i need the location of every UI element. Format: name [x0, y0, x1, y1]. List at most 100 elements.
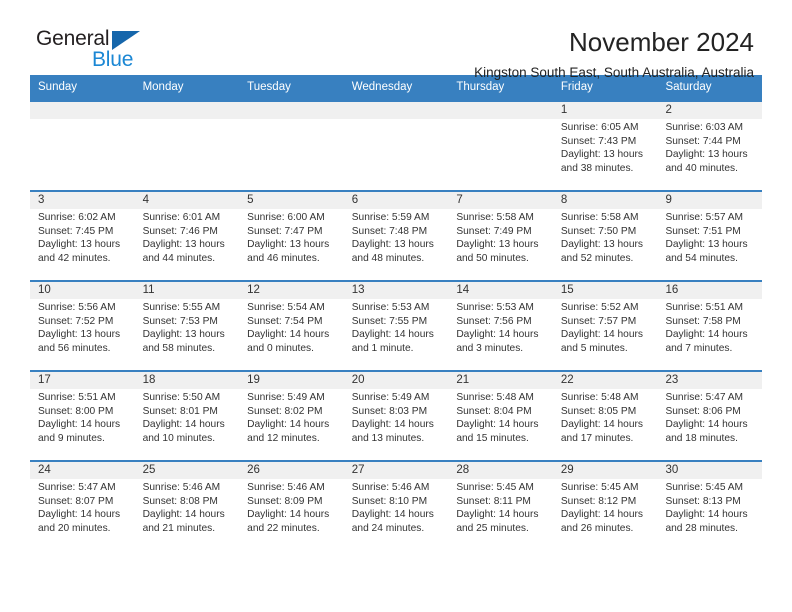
- sunset-text: Sunset: 8:13 PM: [665, 495, 741, 507]
- calendar-day-cell-18[interactable]: 18 Sunrise: 5:50 AM Sunset: 8:01 PM Dayligh…: [135, 372, 240, 460]
- sunset-text: Sunset: 7:55 PM: [351, 315, 428, 327]
- day-number: 17: [38, 373, 51, 386]
- calendar-day-cell-13[interactable]: 13 Sunrise: 5:53 AM Sunset: 7:55 PM Dayligh…: [344, 282, 449, 370]
- day-number: 21: [456, 373, 470, 386]
- day-number: 7: [456, 193, 463, 206]
- weekday-header-thursday: Thursday: [456, 81, 505, 93]
- calendar-day-cell-29[interactable]: 29 Sunrise: 5:45 AM Sunset: 8:12 PM Dayligh…: [553, 462, 658, 550]
- sunset-text: Sunset: 7:48 PM: [351, 225, 428, 237]
- sunrise-text: Sunrise: 5:59 AM: [351, 211, 430, 223]
- sunrise-text: Sunrise: 5:53 AM: [351, 301, 430, 313]
- sunrise-text: Sunrise: 5:58 AM: [560, 211, 639, 223]
- day-sun-info: Sunrise: 5:53 AM Sunset: 7:56 PM Daylight:…: [456, 299, 547, 355]
- calendar-day-cell-19[interactable]: 19 Sunrise: 5:49 AM Sunset: 8:02 PM Dayligh…: [239, 372, 344, 460]
- calendar-day-cell-14[interactable]: 14 Sunrise: 5:53 AM Sunset: 7:56 PM Dayligh…: [448, 282, 553, 370]
- day-number: 15: [560, 283, 574, 296]
- sunrise-text: Sunrise: 5:52 AM: [560, 301, 639, 313]
- day-number: 19: [247, 373, 260, 386]
- daylight-text: Daylight: 13 hours and 56 minutes.: [38, 329, 121, 354]
- calendar-day-cell-5[interactable]: 5 Sunrise: 6:00 AM Sunset: 7:47 PM Daylight…: [239, 192, 344, 280]
- general-blue-logo[interactable]: General Blue: [30, 28, 190, 76]
- day-number: 20: [351, 373, 365, 386]
- calendar-day-cell-30[interactable]: 30 Sunrise: 5:45 AM Sunset: 8:13 PM Dayligh…: [657, 462, 762, 550]
- calendar-day-cell-28[interactable]: 28 Sunrise: 5:45 AM Sunset: 8:11 PM Dayligh…: [448, 462, 553, 550]
- calendar-day-cell-12[interactable]: 12 Sunrise: 5:54 AM Sunset: 7:54 PM Dayligh…: [239, 282, 344, 370]
- sunrise-text: Sunrise: 5:47 AM: [665, 391, 744, 403]
- day-sun-info: Sunrise: 5:45 AM Sunset: 8:13 PM Daylight:…: [665, 479, 756, 535]
- sunset-text: Sunset: 7:45 PM: [38, 225, 114, 237]
- day-number: 26: [247, 463, 260, 476]
- daylight-text: Daylight: 14 hours and 1 minute.: [351, 329, 434, 354]
- calendar-week-row: 3 Sunrise: 6:02 AM Sunset: 7:45 PM Daylight…: [30, 189, 762, 280]
- calendar-day-cell-10[interactable]: 10 Sunrise: 5:56 AM Sunset: 7:52 PM Dayligh…: [30, 282, 135, 370]
- daylight-text: Daylight: 14 hours and 15 minutes.: [456, 419, 539, 444]
- daylight-text: Daylight: 14 hours and 28 minutes.: [665, 509, 748, 534]
- sunrise-text: Sunrise: 5:48 AM: [560, 391, 639, 403]
- sunset-text: Sunset: 8:04 PM: [456, 405, 532, 417]
- day-number: 27: [351, 463, 365, 476]
- day-sun-info: Sunrise: 5:46 AM Sunset: 8:10 PM Daylight:…: [352, 479, 443, 535]
- sunrise-text: Sunrise: 5:53 AM: [456, 301, 534, 313]
- calendar-day-cell-1[interactable]: 1 Sunrise: 6:05 AM Sunset: 7:43 PM Daylight…: [553, 102, 658, 190]
- sunrise-text: Sunrise: 6:01 AM: [142, 211, 221, 223]
- day-sun-info: Sunrise: 5:50 AM Sunset: 8:01 PM Daylight:…: [143, 389, 234, 445]
- sunrise-text: Sunrise: 5:54 AM: [247, 301, 325, 313]
- calendar-day-cell-23[interactable]: 23 Sunrise: 5:47 AM Sunset: 8:06 PM Dayligh…: [657, 372, 762, 460]
- calendar-weeks: 1 Sunrise: 6:05 AM Sunset: 7:43 PM Daylight…: [30, 99, 762, 550]
- calendar-day-cell-26[interactable]: 26 Sunrise: 5:46 AM Sunset: 8:09 PM Dayligh…: [239, 462, 344, 550]
- calendar-day-cell-empty: [135, 102, 240, 190]
- calendar-day-cell-6[interactable]: 6 Sunrise: 5:59 AM Sunset: 7:48 PM Daylight…: [344, 192, 449, 280]
- day-sun-info: Sunrise: 5:51 AM Sunset: 8:00 PM Daylight:…: [38, 389, 129, 445]
- logo-text-general: General: [36, 27, 110, 50]
- sunset-text: Sunset: 7:47 PM: [247, 225, 323, 237]
- title-block: November 2024 Kingston South East, South…: [474, 28, 762, 80]
- sunrise-text: Sunrise: 5:46 AM: [351, 481, 430, 493]
- calendar-day-cell-17[interactable]: 17 Sunrise: 5:51 AM Sunset: 8:00 PM Dayligh…: [30, 372, 135, 460]
- calendar-day-cell-7[interactable]: 7 Sunrise: 5:58 AM Sunset: 7:49 PM Daylight…: [448, 192, 553, 280]
- calendar-day-cell-15[interactable]: 15 Sunrise: 5:52 AM Sunset: 7:57 PM Dayligh…: [553, 282, 658, 370]
- calendar-day-cell-8[interactable]: 8 Sunrise: 5:58 AM Sunset: 7:50 PM Daylight…: [553, 192, 658, 280]
- calendar-day-cell-16[interactable]: 16 Sunrise: 5:51 AM Sunset: 7:58 PM Dayligh…: [657, 282, 762, 370]
- day-sun-info: Sunrise: 5:48 AM Sunset: 8:05 PM Daylight:…: [561, 389, 652, 445]
- daylight-text: Daylight: 14 hours and 5 minutes.: [560, 329, 644, 354]
- day-number: 30: [665, 463, 679, 476]
- day-sun-info: Sunrise: 5:46 AM Sunset: 8:08 PM Daylight:…: [143, 479, 234, 535]
- day-number: 25: [142, 463, 156, 476]
- day-number: 18: [142, 373, 156, 386]
- day-sun-info: Sunrise: 6:03 AM Sunset: 7:44 PM Daylight:…: [665, 119, 756, 175]
- calendar-day-cell-24[interactable]: 24 Sunrise: 5:47 AM Sunset: 8:07 PM Dayligh…: [30, 462, 135, 550]
- calendar-day-cell-11[interactable]: 11 Sunrise: 5:55 AM Sunset: 7:53 PM Dayligh…: [135, 282, 240, 370]
- calendar-week-row: 10 Sunrise: 5:56 AM Sunset: 7:52 PM Dayligh…: [30, 279, 762, 370]
- day-sun-info: Sunrise: 5:47 AM Sunset: 8:07 PM Daylight:…: [38, 479, 129, 535]
- calendar-day-cell-9[interactable]: 9 Sunrise: 5:57 AM Sunset: 7:51 PM Daylight…: [657, 192, 762, 280]
- daylight-text: Daylight: 13 hours and 54 minutes.: [665, 239, 748, 264]
- calendar-day-cell-22[interactable]: 22 Sunrise: 5:48 AM Sunset: 8:05 PM Dayligh…: [553, 372, 658, 460]
- calendar-day-cell-20[interactable]: 20 Sunrise: 5:49 AM Sunset: 8:03 PM Dayligh…: [344, 372, 449, 460]
- day-sun-info: Sunrise: 5:52 AM Sunset: 7:57 PM Daylight:…: [561, 299, 652, 355]
- sunset-text: Sunset: 8:11 PM: [456, 495, 531, 507]
- calendar-week-row: 24 Sunrise: 5:47 AM Sunset: 8:07 PM Dayligh…: [30, 459, 762, 550]
- calendar-day-cell-4[interactable]: 4 Sunrise: 6:01 AM Sunset: 7:46 PM Daylight…: [135, 192, 240, 280]
- sunset-text: Sunset: 7:51 PM: [665, 225, 741, 237]
- sunrise-text: Sunrise: 5:49 AM: [351, 391, 430, 403]
- day-sun-info: Sunrise: 6:02 AM Sunset: 7:45 PM Daylight:…: [38, 209, 129, 265]
- calendar-day-cell-25[interactable]: 25 Sunrise: 5:46 AM Sunset: 8:08 PM Dayligh…: [135, 462, 240, 550]
- day-number: 23: [665, 373, 679, 386]
- sunrise-text: Sunrise: 6:03 AM: [665, 121, 744, 133]
- sunset-text: Sunset: 8:10 PM: [351, 495, 428, 507]
- day-number: 16: [665, 283, 679, 296]
- sunset-text: Sunset: 7:43 PM: [560, 135, 637, 147]
- sunrise-text: Sunrise: 5:46 AM: [142, 481, 221, 493]
- calendar-day-cell-empty: [30, 102, 135, 190]
- calendar-day-cell-27[interactable]: 27 Sunrise: 5:46 AM Sunset: 8:10 PM Dayligh…: [344, 462, 449, 550]
- daylight-text: Daylight: 14 hours and 17 minutes.: [560, 419, 644, 444]
- calendar-page: General Blue November 2024 Kingston Sout…: [0, 0, 792, 612]
- day-number: 1: [560, 103, 568, 116]
- calendar-day-cell-3[interactable]: 3 Sunrise: 6:02 AM Sunset: 7:45 PM Daylight…: [30, 192, 135, 280]
- day-sun-info: Sunrise: 5:58 AM Sunset: 7:49 PM Daylight:…: [456, 209, 547, 265]
- sunset-text: Sunset: 7:56 PM: [456, 315, 532, 327]
- calendar-day-cell-2[interactable]: 2 Sunrise: 6:03 AM Sunset: 7:44 PM Daylight…: [657, 102, 762, 190]
- calendar-day-cell-21[interactable]: 21 Sunrise: 5:48 AM Sunset: 8:04 PM Dayligh…: [448, 372, 553, 460]
- day-number: 14: [456, 283, 470, 296]
- day-number: 3: [38, 193, 45, 206]
